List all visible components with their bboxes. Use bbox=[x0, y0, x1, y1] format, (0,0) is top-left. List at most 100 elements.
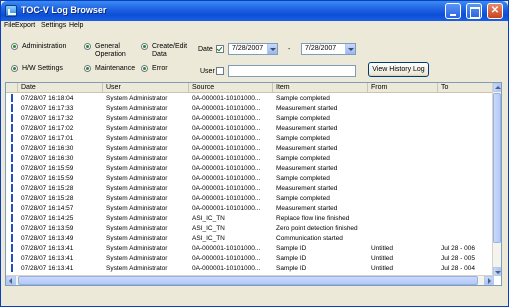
cell-from bbox=[368, 164, 438, 173]
date-to-picker[interactable]: 7/28/2007 bbox=[301, 43, 356, 55]
info-icon bbox=[11, 104, 13, 112]
header-date[interactable]: Date bbox=[18, 83, 103, 93]
radio-error[interactable] bbox=[141, 65, 148, 72]
cell-to bbox=[438, 194, 494, 203]
cell-source: 0A-000001-10101000... bbox=[192, 255, 261, 262]
header-to[interactable]: To bbox=[438, 83, 494, 93]
cell-item: Measurement started bbox=[276, 145, 338, 152]
vertical-scroll-thumb[interactable] bbox=[493, 93, 501, 243]
table-row[interactable]: 07/28/07 16:15:59 System Administrator 0A-… bbox=[6, 174, 494, 183]
table-row[interactable]: 07/28/07 16:15:59 System Administrator 0A-… bbox=[6, 164, 494, 173]
menu-export[interactable]: Export bbox=[15, 22, 35, 29]
header-icon-col[interactable] bbox=[6, 83, 18, 93]
horizontal-scrollbar[interactable] bbox=[6, 275, 494, 285]
cell-item: Measurement started bbox=[276, 165, 338, 172]
cell-user: System Administrator bbox=[106, 185, 168, 192]
chevron-down-icon[interactable] bbox=[345, 44, 355, 54]
scroll-down-icon[interactable] bbox=[493, 267, 501, 276]
table-row[interactable]: 07/28/07 16:17:33 System Administrator 0A-… bbox=[6, 104, 494, 113]
table-row[interactable]: 07/28/07 16:13:49 System Administrator ASI… bbox=[6, 234, 494, 243]
user-checkbox[interactable] bbox=[216, 67, 224, 75]
radio-maintenance[interactable] bbox=[84, 65, 91, 72]
header-item[interactable]: Item bbox=[273, 83, 368, 93]
scroll-right-icon[interactable] bbox=[484, 276, 494, 285]
date-from-picker[interactable]: 7/28/2007 bbox=[228, 43, 278, 55]
cell-source: 0A-000001-10101000... bbox=[192, 195, 261, 202]
table-row[interactable]: 07/28/07 16:17:32 System Administrator 0A-… bbox=[6, 114, 494, 123]
header-from[interactable]: From bbox=[368, 83, 438, 93]
cell-from bbox=[368, 224, 438, 233]
cell-to: Jul 28 - 006 bbox=[441, 245, 475, 252]
radio-hw-settings[interactable] bbox=[11, 65, 18, 72]
cell-from bbox=[368, 194, 438, 203]
cell-item: Sample completed bbox=[276, 195, 330, 202]
table-row[interactable]: 07/28/07 16:13:59 System Administrator ASI… bbox=[6, 224, 494, 233]
label-administration: Administration bbox=[22, 43, 67, 50]
table-row[interactable]: 07/28/07 16:13:41 System Administrator 0A-… bbox=[6, 254, 494, 263]
date-checkbox[interactable] bbox=[216, 45, 224, 53]
scroll-left-icon[interactable] bbox=[6, 276, 16, 285]
table-row[interactable]: 07/28/07 16:14:57 System Administrator 0A-… bbox=[6, 204, 494, 213]
cell-from: Untitled bbox=[371, 265, 394, 272]
table-row[interactable]: 07/28/07 16:18:04 System Administrator 0A-… bbox=[6, 94, 494, 103]
cell-user: System Administrator bbox=[106, 95, 168, 102]
cell-to: Jul 28 - 004 bbox=[441, 265, 475, 272]
cell-to bbox=[438, 144, 494, 153]
cell-source: ASI_IC_TN bbox=[192, 215, 225, 222]
table-row[interactable]: 07/28/07 16:13:41 System Administrator 0A-… bbox=[6, 244, 494, 253]
menu-file[interactable]: File bbox=[4, 22, 15, 29]
radio-create-edit-data[interactable] bbox=[141, 43, 148, 50]
scroll-up-icon[interactable] bbox=[493, 83, 501, 92]
table-row[interactable]: 07/28/07 16:16:30 System Administrator 0A-… bbox=[6, 154, 494, 163]
table-row[interactable]: 07/28/07 16:14:25 System Administrator ASI… bbox=[6, 214, 494, 223]
cell-source: 0A-000001-10101000... bbox=[192, 155, 261, 162]
table-row[interactable]: 07/28/07 16:15:28 System Administrator 0A-… bbox=[6, 184, 494, 193]
header-user[interactable]: User bbox=[103, 83, 189, 93]
cell-user: System Administrator bbox=[106, 145, 168, 152]
cell-item: Measurement started bbox=[276, 105, 338, 112]
cell-to bbox=[438, 114, 494, 123]
cell-user: System Administrator bbox=[106, 125, 168, 132]
cell-date: 07/28/07 16:14:25 bbox=[21, 215, 74, 222]
cell-item: Measurement started bbox=[276, 205, 338, 212]
cell-source: ASI_IC_TN bbox=[192, 225, 225, 232]
cell-from: Untitled bbox=[371, 245, 394, 252]
cell-user: System Administrator bbox=[106, 165, 168, 172]
cell-date: 07/28/07 16:13:41 bbox=[21, 255, 74, 262]
cell-source: 0A-000001-10101000... bbox=[192, 125, 261, 132]
table-row[interactable]: 07/28/07 16:16:30 System Administrator 0A-… bbox=[6, 144, 494, 153]
maximize-button[interactable] bbox=[466, 3, 482, 19]
cell-to: Jul 28 - 005 bbox=[441, 255, 475, 262]
table-row[interactable]: 07/28/07 16:13:41 System Administrator 0A-… bbox=[6, 264, 494, 273]
cell-source: 0A-000001-10101000... bbox=[192, 105, 261, 112]
cell-from bbox=[368, 234, 438, 243]
menu-help[interactable]: Help bbox=[69, 22, 83, 29]
cell-source: 0A-000001-10101000... bbox=[192, 175, 261, 182]
cell-date: 07/28/07 16:15:28 bbox=[21, 195, 74, 202]
menu-settings[interactable]: Settings bbox=[41, 22, 66, 29]
cell-date: 07/28/07 16:17:33 bbox=[21, 105, 74, 112]
radio-administration[interactable] bbox=[11, 43, 18, 50]
table-row[interactable]: 07/28/07 16:17:01 System Administrator 0A-… bbox=[6, 134, 494, 143]
cell-source: 0A-000001-10101000... bbox=[192, 95, 261, 102]
view-history-log-button[interactable]: View History Log bbox=[368, 62, 429, 77]
info-icon bbox=[11, 184, 13, 192]
info-icon bbox=[11, 94, 13, 102]
date-separator: - bbox=[288, 46, 291, 53]
close-button[interactable]: ✕ bbox=[487, 3, 503, 19]
cell-from bbox=[368, 104, 438, 113]
horizontal-scroll-thumb[interactable] bbox=[18, 276, 478, 285]
minimize-button[interactable] bbox=[445, 3, 461, 19]
vertical-scrollbar[interactable] bbox=[492, 83, 501, 276]
radio-general-operation[interactable] bbox=[84, 43, 91, 50]
cell-date: 07/28/07 16:17:01 bbox=[21, 135, 74, 142]
title-bar[interactable]: TOC-V Log Browser ✕ bbox=[1, 1, 508, 21]
log-table: Date User Source Item From To 07/28/07 1… bbox=[5, 82, 502, 286]
cell-user: System Administrator bbox=[106, 195, 168, 202]
user-input[interactable] bbox=[228, 65, 356, 77]
header-source[interactable]: Source bbox=[189, 83, 273, 93]
table-row[interactable]: 07/28/07 16:15:28 System Administrator 0A-… bbox=[6, 194, 494, 203]
chevron-down-icon[interactable] bbox=[267, 44, 277, 54]
info-icon bbox=[11, 174, 13, 182]
table-row[interactable]: 07/28/07 16:17:02 System Administrator 0A-… bbox=[6, 124, 494, 133]
